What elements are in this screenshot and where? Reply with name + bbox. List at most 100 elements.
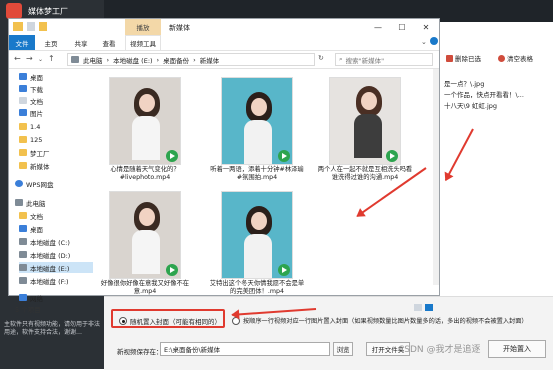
maximize-icon[interactable]: ☐	[391, 21, 413, 33]
details-view-icon[interactable]	[414, 304, 422, 311]
clear-table-button[interactable]: 清空表格	[498, 52, 533, 64]
sequential-cover-label: 按顺序一行视频对应一行图片置入封面（如果视频数量比图片数量多的话，多出的视频不会…	[243, 318, 528, 325]
nav-item-folder[interactable]: 新媒体	[19, 160, 50, 171]
nav-label: 梦工厂	[30, 149, 50, 158]
nav-item-drive-d[interactable]: 本地磁盘 (D:)	[19, 249, 70, 260]
browse-button[interactable]: 浏览	[333, 342, 353, 356]
folder-icon	[19, 149, 27, 156]
nav-item-documents[interactable]: 文档	[19, 95, 43, 106]
tab-view[interactable]: 查看	[97, 35, 121, 50]
watermark: CSDN @我才是追逐	[398, 345, 481, 355]
video-thumbnail[interactable]	[221, 77, 293, 165]
clear-table-label: 清空表格	[507, 55, 533, 63]
thumbnail-figure	[244, 120, 272, 164]
minimize-icon[interactable]: —	[367, 21, 389, 33]
sequential-cover-option[interactable]: 按顺序一行视频对应一行图片置入封面（如果视频数量比图片数量多的话，多出的视频不会…	[232, 316, 528, 325]
thumbnail-figure	[139, 94, 155, 112]
nav-item-drive-c[interactable]: 本地磁盘 (C:)	[19, 236, 70, 247]
highlight-box	[111, 309, 225, 328]
start-button[interactable]: 开始置入	[488, 340, 546, 358]
nav-item-wps-drive[interactable]: WPS网盘	[15, 178, 53, 189]
nav-item-folder[interactable]: 梦工厂	[19, 147, 50, 158]
tab-home[interactable]: 主页	[39, 35, 63, 50]
delete-selected-button[interactable]: 删除已选	[446, 52, 481, 64]
download-icon	[19, 85, 27, 92]
desktop-icon	[19, 73, 27, 80]
file-name[interactable]: 听着一两语，添着十分钟#林泽瑜#氛围拍.mp4	[209, 166, 305, 182]
nav-label: 125	[30, 135, 43, 144]
network-icon	[19, 294, 27, 301]
nav-label: 网络	[30, 294, 43, 303]
file-name[interactable]: 好像很你好像在意我又好像不在意.mp4	[97, 280, 193, 296]
scrollbar[interactable]	[433, 69, 439, 285]
address-bar[interactable]: 此电脑 › 本地磁盘 (E:) › 桌面备份 › 新媒体	[67, 53, 315, 66]
tab-video-tools[interactable]: 视频工具	[125, 35, 161, 50]
breadcrumb-item[interactable]: 此电脑	[83, 55, 103, 65]
thumbnail-view-icon[interactable]	[425, 304, 433, 311]
tab-share[interactable]: 共享	[69, 35, 93, 50]
nav-item-this-pc[interactable]: 此电脑	[15, 197, 46, 208]
nav-label: 本地磁盘 (E:)	[30, 264, 70, 273]
nav-item-folder[interactable]: 125	[19, 134, 42, 145]
list-item[interactable]: 一个作品，快点开看看！\...	[444, 89, 524, 99]
nav-label: 此电脑	[26, 199, 46, 208]
nav-label: 1.4	[30, 122, 41, 131]
recent-locations-icon[interactable]: ⌄	[38, 56, 43, 63]
nav-item-drive-f[interactable]: 本地磁盘 (F:)	[19, 275, 69, 286]
drive-icon	[19, 264, 27, 271]
list-item[interactable]: 是一点？\.jpg	[444, 78, 484, 88]
context-tab-play[interactable]: 播放	[125, 19, 161, 35]
file-name[interactable]: 艾特出这个冬天你情我愿不会是单的完美团体！.mp4	[209, 280, 305, 296]
new-folder-icon[interactable]	[39, 22, 47, 31]
nav-item-folder[interactable]: 1.4	[19, 121, 40, 132]
search-input[interactable]: ⌕ 搜索"新媒体"	[335, 53, 433, 66]
save-path-input[interactable]: E:\桌面备份\新媒体	[160, 342, 330, 356]
video-thumbnail[interactable]	[109, 191, 181, 279]
app-left-note: 主软件只有视频功能，请勿用于非法用途，软件支持合法，谢谢…	[4, 321, 101, 336]
thumbnail-figure	[361, 92, 377, 110]
folder-icon	[13, 22, 23, 31]
close-icon[interactable]: ✕	[415, 21, 437, 33]
help-icon[interactable]	[430, 37, 438, 45]
nav-item-desktop[interactable]: 桌面	[19, 71, 43, 82]
nav-item-network[interactable]: 网络	[19, 292, 43, 303]
chevron-down-icon[interactable]: ⌄	[421, 38, 427, 46]
folder-icon	[19, 212, 27, 219]
list-item[interactable]: 十八天\9 虹虹.jpg	[444, 100, 497, 110]
app-logo-icon	[6, 3, 22, 19]
nav-label: 桌面	[30, 73, 43, 82]
play-icon	[166, 150, 178, 162]
breadcrumb-item[interactable]: 桌面备份	[163, 55, 189, 65]
file-name[interactable]: 心情是随着天气变化的？#livephoto.mp4	[97, 166, 193, 182]
desktop-icon	[19, 225, 27, 232]
search-placeholder: 搜索"新媒体"	[345, 56, 385, 65]
nav-item-desktop[interactable]: 桌面	[19, 223, 43, 234]
nav-item-downloads[interactable]: 下载	[19, 83, 43, 94]
breadcrumb-separator-icon: ›	[106, 55, 110, 64]
file-name[interactable]: 两个人在一起不就是互相洗头吗看谁洗得过谁的沟通.mp4	[317, 166, 413, 182]
play-icon	[166, 264, 178, 276]
nav-label: 本地磁盘 (F:)	[30, 277, 69, 286]
nav-label: 桌面	[30, 225, 43, 234]
nav-label: 文档	[30, 212, 43, 221]
play-icon	[278, 264, 290, 276]
breadcrumb-item[interactable]: 新媒体	[200, 55, 220, 65]
up-icon[interactable]: ↑	[48, 54, 55, 63]
drive-icon	[19, 277, 27, 284]
nav-label: 本地磁盘 (C:)	[30, 238, 70, 247]
play-icon	[278, 150, 290, 162]
refresh-icon[interactable]: ↻	[318, 54, 324, 62]
breadcrumb-item[interactable]: 本地磁盘 (E:)	[113, 55, 152, 65]
thumbnail-figure	[354, 114, 382, 158]
nav-item-pictures[interactable]: 图片	[19, 107, 43, 118]
video-thumbnail[interactable]	[109, 77, 181, 165]
back-icon[interactable]: ←	[14, 54, 21, 63]
forward-icon[interactable]: →	[26, 54, 33, 63]
properties-icon[interactable]	[27, 22, 35, 31]
video-thumbnail[interactable]	[329, 77, 401, 165]
file-explorer-window: 播放 新媒体 — ☐ ✕ 文件 主页 共享 查看 视频工具 ⌄ ← → ⌄ ↑ …	[8, 18, 440, 314]
nav-item-documents[interactable]: 文档	[19, 210, 43, 221]
tab-file[interactable]: 文件	[9, 35, 35, 50]
nav-item-drive-e[interactable]: 本地磁盘 (E:)	[19, 262, 93, 273]
video-thumbnail[interactable]	[221, 191, 293, 279]
